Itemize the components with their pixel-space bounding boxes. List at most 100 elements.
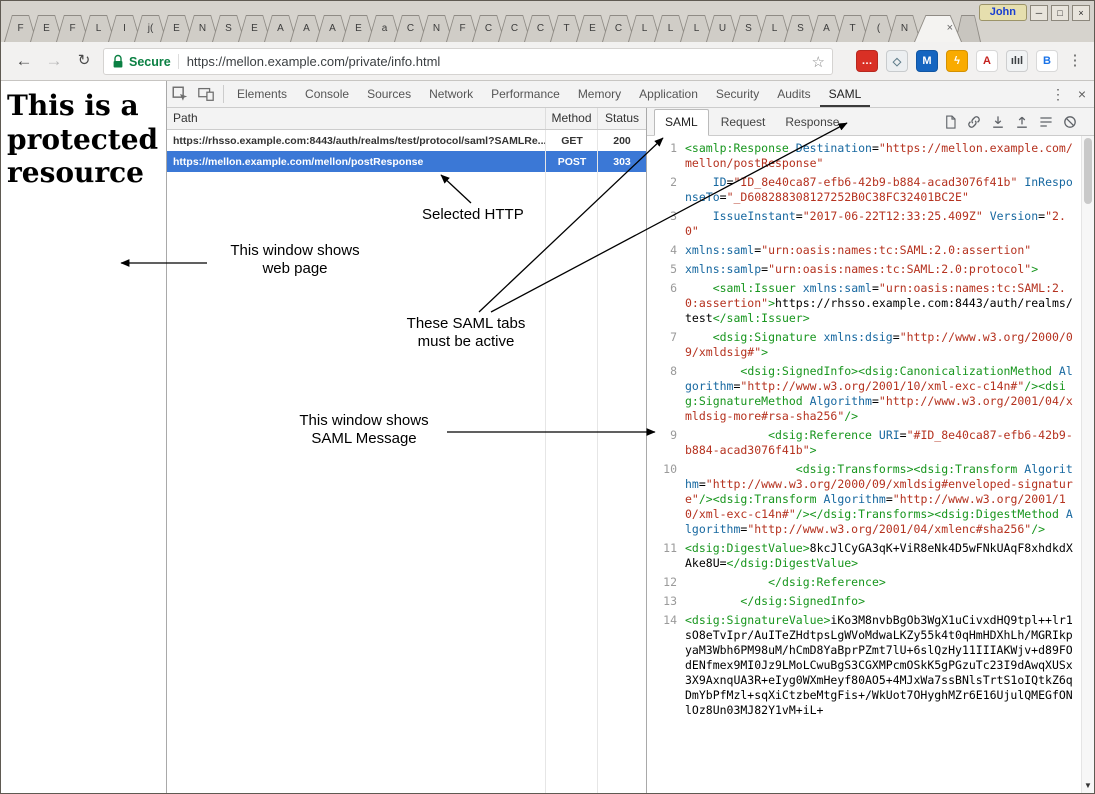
devtools-tab-console[interactable]: Console [296, 81, 358, 107]
detail-tab-list: SAMLRequestResponse [647, 109, 849, 135]
detail-tab-saml[interactable]: SAML [654, 109, 709, 136]
xml-line: 7 <dsig:Signature xmlns:dsig="http://www… [647, 330, 1081, 360]
devtools-tab-network[interactable]: Network [420, 81, 482, 107]
xml-line-content: <dsig:SignatureValue>iKo3M8nvbBgOb3WgX1u… [685, 613, 1081, 718]
devtools-tab-list: ElementsConsoleSourcesNetworkPerformance… [228, 81, 870, 107]
webpage-content: This is a protected resource [1, 81, 166, 793]
xml-line-number: 1 [647, 141, 685, 171]
xml-line-content: <dsig:Signature xmlns:dsig="http://www.w… [685, 330, 1081, 360]
xml-line-number: 3 [647, 209, 685, 239]
window-close-button[interactable]: × [1072, 5, 1090, 21]
block-icon[interactable] [1062, 114, 1078, 130]
column-header-path[interactable]: Path [167, 108, 546, 129]
annotation-selected-http: Selected HTTP [422, 206, 524, 224]
request-path: https://rhsso.example.com:8443/auth/real… [167, 135, 546, 147]
xml-line-number: 13 [647, 594, 685, 609]
xml-line: 9 <dsig:Reference URI="#ID_8e40ca87-efb6… [647, 428, 1081, 458]
detail-tab-bar: SAMLRequestResponse [647, 108, 1094, 136]
network-request-list: Path Method Status https://rhsso.example… [167, 108, 647, 793]
url-text: https://mellon.example.com/private/info.… [187, 54, 441, 69]
device-toolbar-icon[interactable] [193, 81, 219, 107]
extension-icon-7[interactable]: B [1036, 50, 1058, 72]
saml-detail-pane: SAMLRequestResponse 1<samlp:Response Des… [647, 108, 1094, 793]
xml-line-number: 2 [647, 175, 685, 205]
detail-tab-request[interactable]: Request [711, 110, 776, 135]
xml-line-number: 12 [647, 575, 685, 590]
extension-icon-1[interactable]: … [856, 50, 878, 72]
xml-line-content: </dsig:Reference> [685, 575, 1081, 590]
tab-close-icon[interactable]: × [947, 21, 953, 35]
request-path: https://mellon.example.com/mellon/postRe… [167, 156, 546, 168]
tab-strip-tabs: FEFLIj(ENSEAAAEaCNFCCCTECLLLUSLSAT(N× [4, 15, 974, 42]
devtools-toolbar-right: ⋮ × [1046, 81, 1094, 107]
xml-line-content: </dsig:SignedInfo> [685, 594, 1081, 609]
xml-line-number: 4 [647, 243, 685, 258]
wrap-lines-icon[interactable] [1038, 114, 1054, 130]
document-icon[interactable] [943, 114, 958, 130]
devtools-tab-memory[interactable]: Memory [569, 81, 630, 107]
xml-line-number: 14 [647, 613, 685, 718]
scrollbar-thumb[interactable] [1084, 138, 1092, 204]
back-button[interactable]: ← [11, 48, 37, 74]
request-status: 200 [598, 135, 646, 147]
devtools-tab-application[interactable]: Application [630, 81, 707, 107]
network-rows: https://rhsso.example.com:8443/auth/real… [167, 130, 646, 172]
annotation-saml-message: This window shows SAML Message [282, 412, 446, 448]
devtools-close-icon[interactable]: × [1070, 81, 1094, 107]
column-divider [597, 130, 598, 793]
xml-line: 2 ID="ID_8e40ca87-efb6-42b9-b884-acad307… [647, 175, 1081, 205]
upload-icon[interactable] [1014, 114, 1030, 130]
extension-icon-6[interactable]: ılıl [1006, 50, 1028, 72]
devtools-tab-elements[interactable]: Elements [228, 81, 296, 107]
extension-icon-2[interactable]: ◇ [886, 50, 908, 72]
inspect-element-icon[interactable] [167, 81, 193, 107]
security-chip: Secure [129, 55, 171, 69]
detail-toolbar-icons [943, 114, 1078, 130]
xml-line-content: <dsig:Transforms><dsig:Transform Algorit… [685, 462, 1081, 537]
devtools-tab-security[interactable]: Security [707, 81, 768, 107]
xml-line-content: <dsig:Reference URI="#ID_8e40ca87-efb6-4… [685, 428, 1081, 458]
download-icon[interactable] [990, 114, 1006, 130]
forward-button[interactable]: → [41, 48, 67, 74]
xml-line-content: <dsig:DigestValue>8kcJlCyGA3qK+ViR8eNk4D… [685, 541, 1081, 571]
profile-button[interactable]: John [979, 4, 1027, 21]
chip-separator [178, 54, 179, 69]
reload-button[interactable]: ↻ [71, 48, 97, 74]
browser-menu-icon[interactable]: ⋮ [1064, 50, 1086, 72]
network-request-row[interactable]: https://mellon.example.com/mellon/postRe… [167, 151, 646, 172]
scroll-down-icon[interactable]: ▼ [1082, 781, 1094, 790]
devtools-tab-performance[interactable]: Performance [482, 81, 569, 107]
extension-icon-5[interactable]: A [976, 50, 998, 72]
extension-icon-4[interactable]: ϟ [946, 50, 968, 72]
request-method: POST [546, 156, 598, 168]
devtools-toolbar: ElementsConsoleSourcesNetworkPerformance… [167, 81, 1094, 108]
devtools-tab-audits[interactable]: Audits [768, 81, 819, 107]
extension-icon-3[interactable]: M [916, 50, 938, 72]
column-header-status[interactable]: Status [598, 108, 646, 129]
network-request-row[interactable]: https://rhsso.example.com:8443/auth/real… [167, 130, 646, 151]
minimize-button[interactable]: ─ [1030, 5, 1048, 21]
xml-line-content: xmlns:saml="urn:oasis:names:tc:SAML:2.0:… [685, 243, 1081, 258]
network-table-header: Path Method Status [167, 108, 646, 130]
page-heading: This is a protected resource [7, 89, 160, 190]
vertical-scrollbar[interactable]: ▼ [1081, 136, 1094, 793]
detail-tab-response[interactable]: Response [775, 110, 849, 135]
link-icon[interactable] [966, 114, 982, 130]
xml-line-number: 5 [647, 262, 685, 277]
address-bar[interactable]: Secure https://mellon.example.com/privat… [103, 48, 833, 75]
request-method: GET [546, 135, 598, 147]
bookmark-star-icon[interactable]: ☆ [812, 53, 825, 71]
devtools-overflow-icon[interactable]: ⋮ [1046, 81, 1070, 107]
devtools-tab-sources[interactable]: Sources [358, 81, 420, 107]
active-browser-tab[interactable]: × [914, 15, 962, 42]
column-header-method[interactable]: Method [546, 108, 598, 129]
xml-line-number: 8 [647, 364, 685, 424]
xml-line-content: <saml:Issuer xmlns:saml="urn:oasis:names… [685, 281, 1081, 326]
titlebar-controls: John ─ □ × [979, 4, 1090, 21]
toolbar-divider [223, 85, 224, 103]
lock-icon [112, 54, 124, 69]
maximize-button[interactable]: □ [1051, 5, 1069, 21]
column-divider [545, 130, 546, 793]
xml-line: 8 <dsig:SignedInfo><dsig:Canonicalizatio… [647, 364, 1081, 424]
devtools-tab-saml[interactable]: SAML [820, 81, 871, 107]
